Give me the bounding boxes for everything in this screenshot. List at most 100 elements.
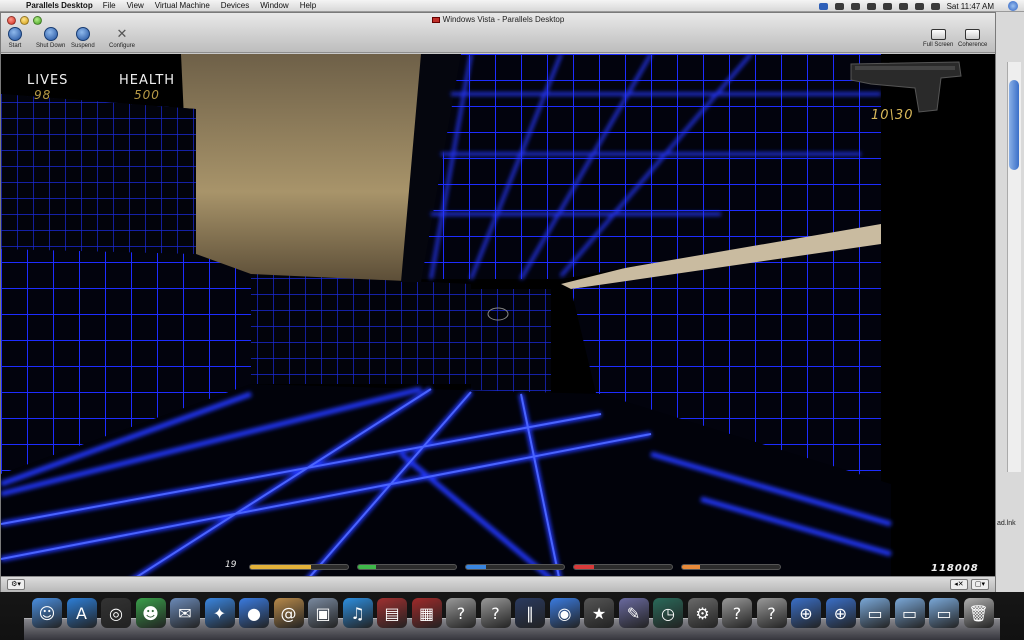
background-scroll-thumb[interactable] bbox=[1009, 80, 1019, 170]
hud-bar-fill bbox=[682, 565, 700, 569]
messenger-icon[interactable]: ☻ bbox=[135, 598, 166, 628]
parallels-tray-icon[interactable] bbox=[818, 2, 828, 10]
keyboard-shortcuts-icon[interactable]: ◂✕ bbox=[950, 579, 968, 590]
bluetooth-icon[interactable] bbox=[850, 2, 860, 10]
start-label: Start bbox=[8, 43, 22, 49]
menu-virtual-machine[interactable]: Virtual Machine bbox=[155, 1, 210, 10]
time-machine-icon[interactable]: ◷ bbox=[653, 598, 683, 628]
coherence-button[interactable]: Coherence bbox=[958, 27, 987, 48]
suspend-button[interactable]: Suspend bbox=[71, 27, 95, 49]
right-shadow bbox=[881, 54, 995, 587]
desktop: Parallels Desktop File View Virtual Mach… bbox=[0, 0, 1024, 640]
menu-devices[interactable]: Devices bbox=[221, 1, 249, 10]
window-title: Windows Vista - Parallels Desktop bbox=[1, 15, 995, 24]
itunes-icon[interactable]: ♫ bbox=[342, 598, 373, 628]
status-controls: ◂✕ ▢▾ bbox=[950, 579, 989, 590]
hud-bar-fill bbox=[466, 565, 486, 569]
dashboard-icon[interactable]: ◎ bbox=[101, 598, 131, 628]
time-machine-tray-icon[interactable] bbox=[866, 2, 876, 10]
view-mode-icon[interactable]: ▢▾ bbox=[971, 579, 989, 590]
unknown-app-icon[interactable]: ? bbox=[756, 598, 787, 628]
finder-icon[interactable]: ☺ bbox=[32, 598, 62, 628]
health-value: 500 bbox=[134, 88, 160, 102]
full-screen-label: Full Screen bbox=[923, 42, 954, 48]
imovie-icon[interactable]: ★ bbox=[584, 598, 614, 628]
ichat-icon[interactable]: ● bbox=[239, 598, 269, 628]
coherence-icon bbox=[965, 29, 981, 40]
pillar bbox=[471, 289, 551, 394]
pen-tool-icon[interactable]: ✎ bbox=[618, 598, 649, 628]
shut-down-button[interactable]: Shut Down bbox=[36, 27, 65, 49]
configure-button[interactable]: ✕ Configure bbox=[109, 26, 136, 50]
window-titlebar: Windows Vista - Parallels Desktop Start … bbox=[1, 13, 995, 53]
parallels-icon[interactable]: ∥ bbox=[515, 598, 545, 628]
vm-icon bbox=[431, 17, 440, 23]
dock: ☺ A ◎ ☻ ✉ ✦ ● @ ▣ ♫ ▤ ▦?? ∥ ◉ ★ ✎ ◷ ⚙?? ⊕ ⊕ ▭ ▭ ▭ 🗑 bbox=[24, 594, 1000, 640]
hud-bar bbox=[357, 564, 457, 570]
hud-bar bbox=[465, 564, 565, 570]
menu-app-name[interactable]: Parallels Desktop bbox=[26, 1, 93, 10]
coherence-label: Coherence bbox=[958, 42, 988, 48]
trash-icon[interactable]: 🗑 bbox=[963, 598, 994, 628]
applications-folder-icon[interactable]: ▭ bbox=[860, 598, 890, 628]
slideshow-icon[interactable]: ▦ bbox=[411, 598, 442, 628]
score: 118008 bbox=[931, 563, 979, 574]
shut-down-label: Shut Down bbox=[36, 43, 66, 49]
desktop-file-label[interactable]: ad.lnk bbox=[997, 520, 1016, 527]
lives-value: 98 bbox=[34, 88, 52, 102]
vm-screen[interactable]: LIVES 98 HEALTH 500 10\30 19 118008 bbox=[1, 54, 995, 587]
hud-bar-fill bbox=[358, 565, 376, 569]
start-button[interactable]: Start bbox=[8, 27, 22, 49]
hud-bar-fill bbox=[250, 565, 311, 569]
keyboard-tray-icon[interactable] bbox=[834, 2, 844, 10]
parallels-window: Windows Vista - Parallels Desktop Start … bbox=[0, 12, 996, 592]
menu-help[interactable]: Help bbox=[300, 1, 316, 10]
suspend-label: Suspend bbox=[71, 43, 95, 49]
window-status-bar: ⚙▾ ◂✕ ▢▾ bbox=[1, 576, 995, 592]
menu-file[interactable]: File bbox=[103, 1, 116, 10]
parallels-vm-icon[interactable]: ⊕ bbox=[825, 598, 856, 628]
unknown-app-icon[interactable]: ? bbox=[446, 598, 476, 628]
stop-icon bbox=[43, 27, 58, 41]
configure-label: Configure bbox=[109, 43, 136, 49]
unknown-app-icon[interactable]: ? bbox=[480, 598, 511, 628]
vm-actions-gear-icon[interactable]: ⚙▾ bbox=[7, 579, 25, 590]
hud-bar bbox=[681, 564, 781, 570]
system-preferences-icon[interactable]: ⚙ bbox=[687, 598, 718, 628]
mail-stamp-icon[interactable]: ✉ bbox=[170, 598, 200, 628]
menu-bar: Parallels Desktop File View Virtual Mach… bbox=[0, 0, 1024, 12]
photo-booth-icon[interactable]: ▤ bbox=[377, 598, 407, 628]
sync-icon[interactable] bbox=[882, 2, 892, 10]
wifi-icon[interactable] bbox=[898, 2, 908, 10]
menu-window[interactable]: Window bbox=[260, 1, 288, 10]
hud-bar bbox=[573, 564, 673, 570]
volume-icon[interactable] bbox=[914, 2, 924, 10]
lives-label: LIVES bbox=[27, 73, 69, 88]
game-scene bbox=[1, 54, 995, 587]
documents-folder-icon[interactable]: ▭ bbox=[894, 598, 925, 628]
full-screen-icon bbox=[930, 29, 946, 40]
unknown-app-icon[interactable]: ? bbox=[722, 598, 752, 628]
hud-bar bbox=[249, 564, 349, 570]
menu-view[interactable]: View bbox=[127, 1, 144, 10]
full-screen-button[interactable]: Full Screen bbox=[923, 27, 953, 48]
menu-clock[interactable]: Sat 11:47 AM bbox=[947, 2, 994, 11]
menu-extras: Sat 11:47 AM bbox=[818, 0, 994, 12]
address-book-icon[interactable]: @ bbox=[273, 598, 304, 628]
wrench-icon: ✕ bbox=[116, 26, 128, 41]
spotlight-icon[interactable] bbox=[1008, 1, 1018, 11]
app-store-icon[interactable]: A bbox=[66, 598, 97, 628]
dvd-player-icon[interactable]: ◉ bbox=[549, 598, 580, 628]
window-title-text: Windows Vista - Parallels Desktop bbox=[442, 15, 565, 24]
battery-icon[interactable] bbox=[930, 2, 940, 10]
safari-icon[interactable]: ✦ bbox=[204, 598, 235, 628]
back-wall bbox=[251, 274, 471, 384]
level-number: 19 bbox=[225, 560, 237, 570]
ammo-counter: 10\30 bbox=[871, 108, 914, 123]
downloads-folder-icon[interactable]: ▭ bbox=[929, 598, 959, 628]
hud-bar-fill bbox=[574, 565, 594, 569]
moon-icon bbox=[75, 27, 90, 41]
parallels-vm-icon[interactable]: ⊕ bbox=[791, 598, 821, 628]
iphoto-icon[interactable]: ▣ bbox=[308, 598, 338, 628]
health-label: HEALTH bbox=[119, 73, 176, 88]
